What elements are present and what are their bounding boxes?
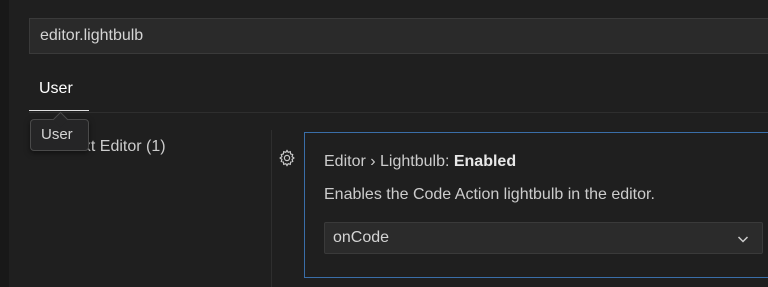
gear-icon[interactable] xyxy=(278,149,296,167)
setting-name: Enabled xyxy=(453,153,517,170)
settings-search-input[interactable]: editor.lightbulb xyxy=(29,18,768,54)
tab-user[interactable]: User xyxy=(29,72,89,112)
setting-description: Enables the Code Action lightbulb in the… xyxy=(324,186,655,203)
settings-editor: editor.lightbulb User Text Editor (1) Us… xyxy=(0,0,768,287)
setting-category: Editor › Lightbulb: xyxy=(324,153,454,170)
chevron-down-icon xyxy=(736,232,750,246)
search-value: editor.lightbulb xyxy=(40,27,144,44)
setting-title: Editor › Lightbulb: Enabled xyxy=(324,153,516,171)
dropdown-selected-value: onCode xyxy=(333,229,390,246)
tooltip-arrow xyxy=(52,111,69,128)
tooltip-text: User xyxy=(41,126,73,143)
toc-divider xyxy=(271,130,272,287)
left-gutter xyxy=(0,0,9,287)
tooltip: User xyxy=(30,111,89,151)
tabs-divider xyxy=(29,112,768,113)
setting-item-lightbulb-enabled: Editor › Lightbulb: Enabled Enables the … xyxy=(304,132,768,278)
active-tab-indicator xyxy=(29,110,89,111)
tab-user-label: User xyxy=(39,80,73,97)
setting-value-dropdown[interactable]: onCode xyxy=(324,222,763,254)
